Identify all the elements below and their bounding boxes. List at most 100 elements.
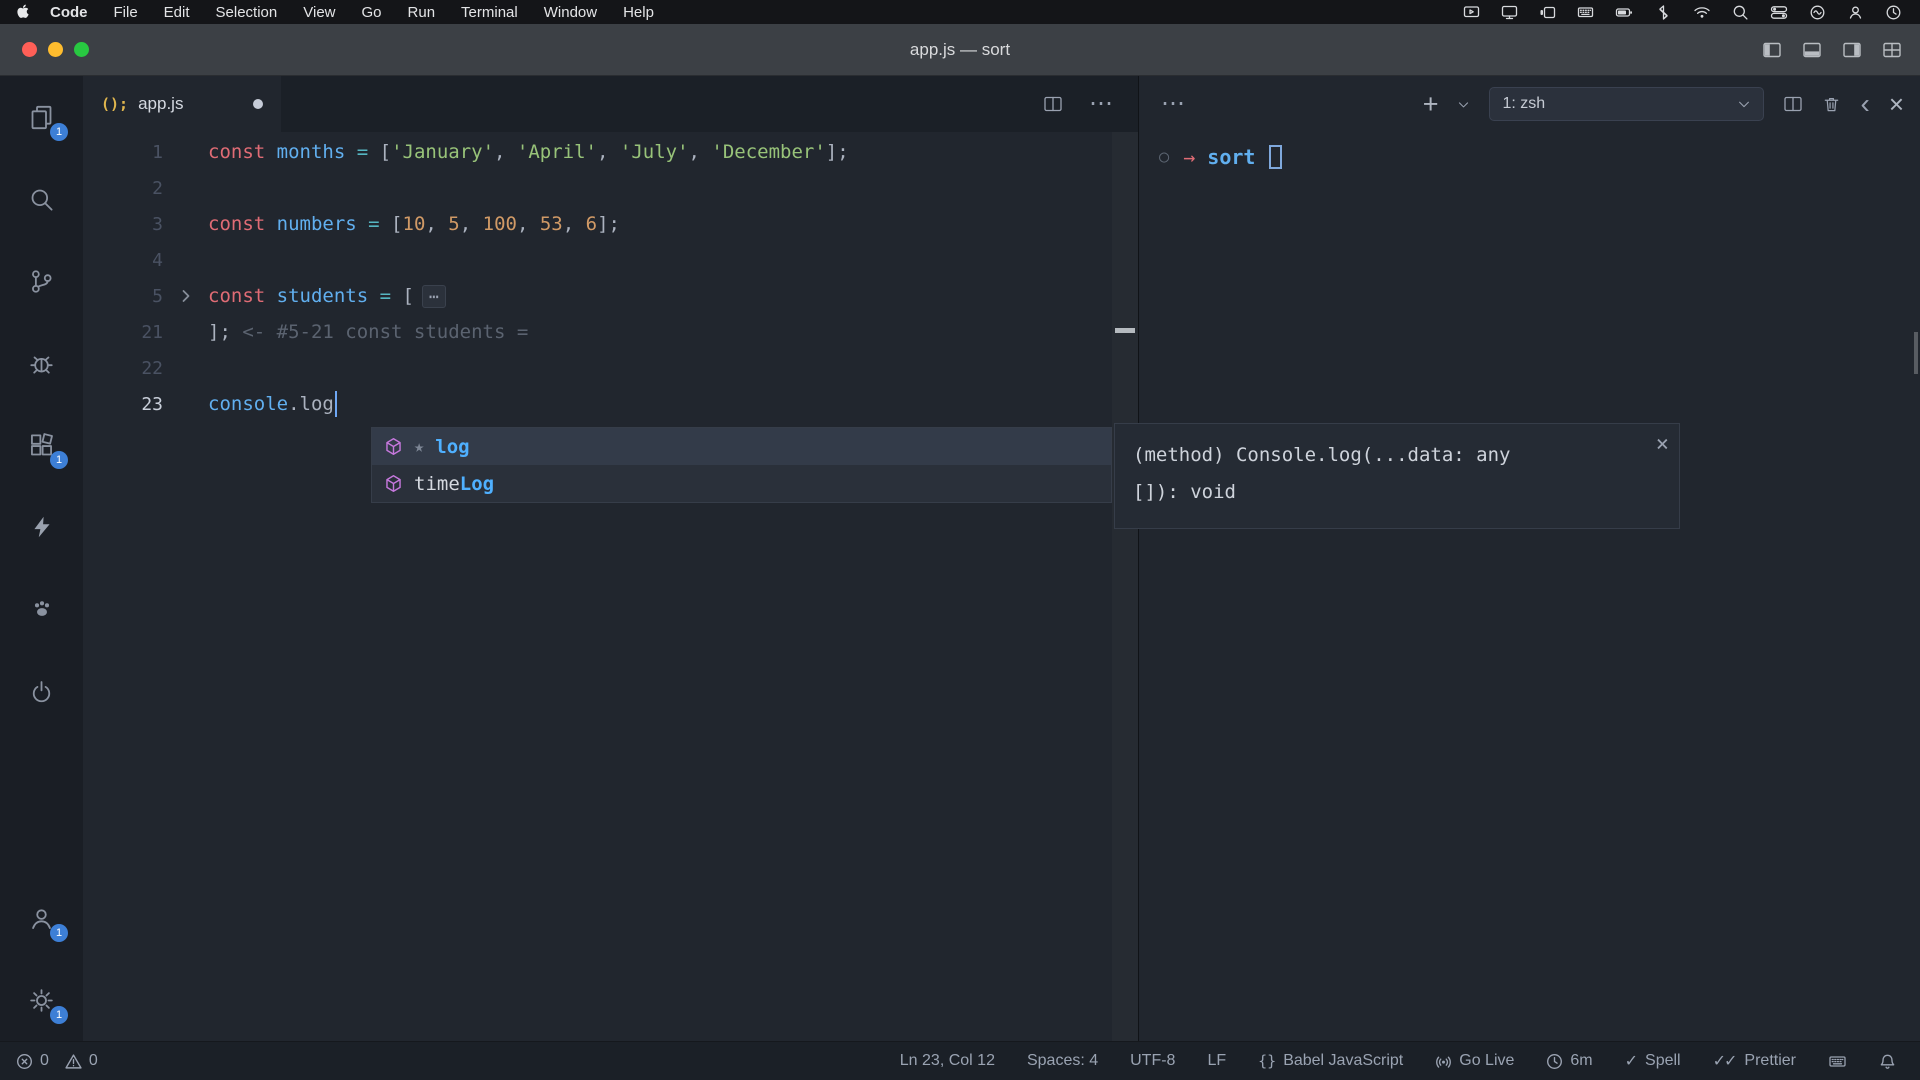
window-stack-icon[interactable] (1539, 4, 1556, 21)
explorer-badge: 1 (50, 123, 68, 141)
close-doc-icon[interactable]: × (1656, 426, 1669, 463)
customize-layout-icon[interactable] (1882, 40, 1902, 60)
activity-bar: 1 1 1 1 (0, 76, 83, 1041)
line-number: 5 (83, 286, 163, 307)
bluetooth-icon[interactable] (1655, 4, 1672, 21)
screen-mirroring-icon[interactable] (1463, 4, 1480, 21)
spell-status[interactable]: ✓ Spell (1625, 1051, 1681, 1071)
keyboard-layout-status[interactable] (1828, 1053, 1847, 1070)
minimize-window-button[interactable] (48, 42, 63, 57)
eol-status[interactable]: LF (1207, 1052, 1226, 1070)
fold-chevron-right-icon[interactable] (178, 288, 194, 304)
sidebar-item-source-control[interactable] (0, 240, 83, 322)
code-line: 2 (83, 170, 1138, 206)
terminal-scrollbar[interactable] (1914, 332, 1918, 374)
folded-code-ellipsis[interactable]: ⋯ (422, 285, 446, 308)
encoding-status[interactable]: UTF-8 (1130, 1052, 1175, 1070)
go-live-status[interactable]: Go Live (1435, 1052, 1514, 1070)
status-bar: 0 0 Ln 23, Col 12 Spaces: 4 UTF-8 LF {} … (0, 1041, 1920, 1080)
toggle-sidebar-icon[interactable] (1762, 40, 1782, 60)
sidebar-item-search[interactable] (0, 158, 83, 240)
sidebar-item-paw[interactable] (0, 568, 83, 650)
new-terminal-icon[interactable]: + (1423, 91, 1439, 118)
menu-edit[interactable]: Edit (164, 4, 190, 21)
code-line: 23 console.log (83, 386, 1138, 422)
siri-icon[interactable] (1809, 4, 1826, 21)
menu-bar-status-icons (1463, 4, 1920, 21)
code-editor[interactable]: 1 const months = ['January', 'April', 'J… (83, 132, 1138, 1041)
sidebar-item-manage[interactable]: 1 (0, 959, 83, 1041)
cursor-position-status[interactable]: Ln 23, Col 12 (900, 1052, 995, 1070)
toggle-secondary-sidebar-icon[interactable] (1842, 40, 1862, 60)
check-icon: ✓ (1625, 1051, 1638, 1071)
sidebar-item-lightning[interactable] (0, 486, 83, 568)
code-line: 3 const numbers = [10, 5, 100, 53, 6]; (83, 206, 1138, 242)
menu-run[interactable]: Run (408, 4, 436, 21)
wifi-icon[interactable] (1693, 4, 1711, 21)
new-terminal-dropdown-icon[interactable] (1457, 98, 1470, 111)
chevron-down-icon (1737, 97, 1751, 111)
menu-selection[interactable]: Selection (216, 4, 278, 21)
overview-ruler-mark (1115, 328, 1135, 333)
control-center-icon[interactable] (1770, 4, 1788, 21)
zoom-window-button[interactable] (74, 42, 89, 57)
indentation-status[interactable]: Spaces: 4 (1027, 1052, 1098, 1070)
terminal-panel-header: ⋯ + 1: zsh ‹ × (1139, 76, 1920, 132)
fold-region-hint: <- #5-21 const students = (242, 321, 528, 343)
intellisense-suggest-widget: ★ log timeLog (371, 427, 1112, 503)
sidebar-item-extensions[interactable]: 1 (0, 404, 83, 486)
sidebar-item-power[interactable] (0, 650, 83, 732)
apple-logo-icon[interactable] (16, 4, 30, 21)
line-number: 21 (83, 322, 163, 343)
suggestion-timelog[interactable]: timeLog (372, 465, 1111, 502)
errors-status[interactable]: 0 (16, 1052, 49, 1070)
terminal-session-select[interactable]: 1: zsh (1489, 87, 1764, 121)
sidebar-item-explorer[interactable]: 1 (0, 76, 83, 158)
terminal-output[interactable]: ○ → sort (1139, 132, 1920, 1041)
window-title-bar: app.js — sort (0, 24, 1920, 76)
close-window-button[interactable] (22, 42, 37, 57)
panel-more-actions-icon[interactable]: ⋯ (1161, 92, 1186, 116)
layout-controls (1762, 24, 1902, 75)
spotlight-search-icon[interactable] (1732, 4, 1749, 21)
menu-window[interactable]: Window (544, 4, 597, 21)
menu-help[interactable]: Help (623, 4, 654, 21)
timer-status[interactable]: 6m (1546, 1052, 1592, 1070)
warnings-status[interactable]: 0 (65, 1052, 98, 1070)
editor-tab-bar: (); app.js ⋯ (83, 76, 1138, 132)
chevron-left-icon[interactable]: ‹ (1860, 90, 1869, 118)
language-mode-status[interactable]: {} Babel JavaScript (1258, 1052, 1403, 1070)
notifications-status[interactable] (1879, 1053, 1896, 1070)
prettier-status[interactable]: ✓ ✓ Prettier (1713, 1051, 1796, 1071)
line-number: 22 (83, 358, 163, 379)
javascript-file-icon: (); (101, 95, 128, 113)
toggle-panel-icon[interactable] (1802, 40, 1822, 60)
keyboard-icon (1828, 1053, 1847, 1070)
display-icon[interactable] (1501, 4, 1518, 21)
suggestion-log[interactable]: ★ log (372, 428, 1111, 465)
more-actions-icon[interactable]: ⋯ (1089, 92, 1114, 116)
sidebar-item-run-debug[interactable] (0, 322, 83, 404)
menu-view[interactable]: View (303, 4, 335, 21)
tab-app-js[interactable]: (); app.js (83, 76, 281, 132)
line-number: 3 (83, 214, 163, 235)
window-title: app.js — sort (910, 40, 1010, 60)
modified-dot-icon[interactable] (253, 99, 263, 109)
menu-go[interactable]: Go (362, 4, 382, 21)
user-switch-icon[interactable] (1847, 4, 1864, 21)
kill-terminal-trash-icon[interactable] (1822, 95, 1841, 114)
window-controls (22, 24, 89, 75)
prompt-arrow-icon: → (1183, 145, 1195, 169)
split-terminal-icon[interactable] (1783, 94, 1803, 114)
battery-icon[interactable] (1615, 4, 1634, 21)
editor-scrollbar[interactable] (1112, 132, 1138, 1041)
menu-file[interactable]: File (114, 4, 138, 21)
split-editor-icon[interactable] (1043, 94, 1063, 114)
menu-terminal[interactable]: Terminal (461, 4, 518, 21)
sidebar-item-accounts[interactable]: 1 (0, 877, 83, 959)
menu-code[interactable]: Code (50, 4, 88, 21)
close-panel-icon[interactable]: × (1889, 91, 1904, 117)
keyboard-icon[interactable] (1577, 4, 1594, 21)
code-line: 5 const students = [⋯ (83, 278, 1138, 314)
clock-icon[interactable] (1885, 4, 1902, 21)
